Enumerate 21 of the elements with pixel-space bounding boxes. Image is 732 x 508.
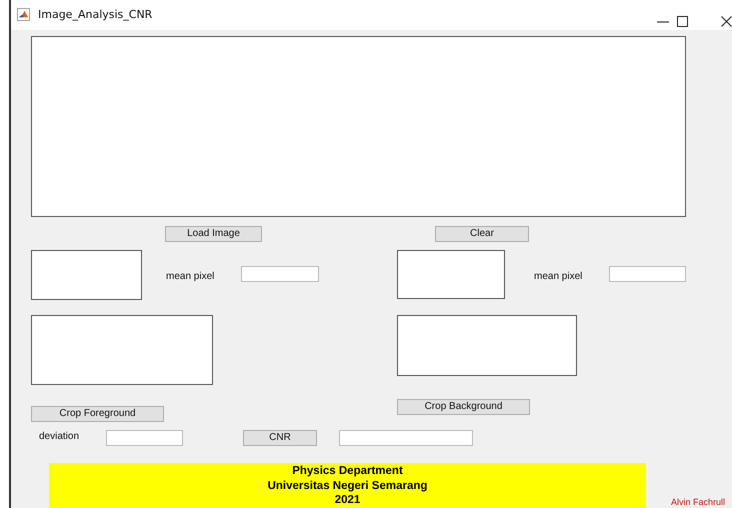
mean-pixel-label: mean pixel	[166, 271, 214, 282]
maximize-icon[interactable]	[677, 16, 688, 27]
deviation-label: deviation	[39, 431, 80, 442]
clear-button[interactable]: Clear	[435, 226, 529, 242]
crop-foreground-button[interactable]: Crop Foreground	[31, 406, 164, 422]
app-icon	[17, 8, 30, 21]
cnr-button[interactable]: CNR	[243, 430, 317, 446]
mean-pixel-field[interactable]	[241, 266, 319, 282]
deviation-field[interactable]	[106, 430, 183, 446]
banner-text: 2021	[334, 493, 360, 508]
mean-pixel-field[interactable]	[609, 266, 686, 282]
window-title: Image_Analysis_CNR	[38, 8, 152, 21]
banner-text: Physics Department	[292, 464, 403, 478]
load-image-button[interactable]: Load Image	[165, 226, 262, 242]
minimize-icon[interactable]	[657, 21, 669, 23]
close-icon[interactable]	[721, 16, 732, 27]
crop-background-button[interactable]: Crop Background	[397, 399, 530, 415]
author-label: Alvin Fachrull	[671, 497, 726, 507]
mean-pixel-label: mean pixel	[534, 271, 582, 282]
banner-text: Universitas Negeri Semarang	[268, 478, 428, 493]
cnr-field[interactable]	[339, 430, 473, 446]
